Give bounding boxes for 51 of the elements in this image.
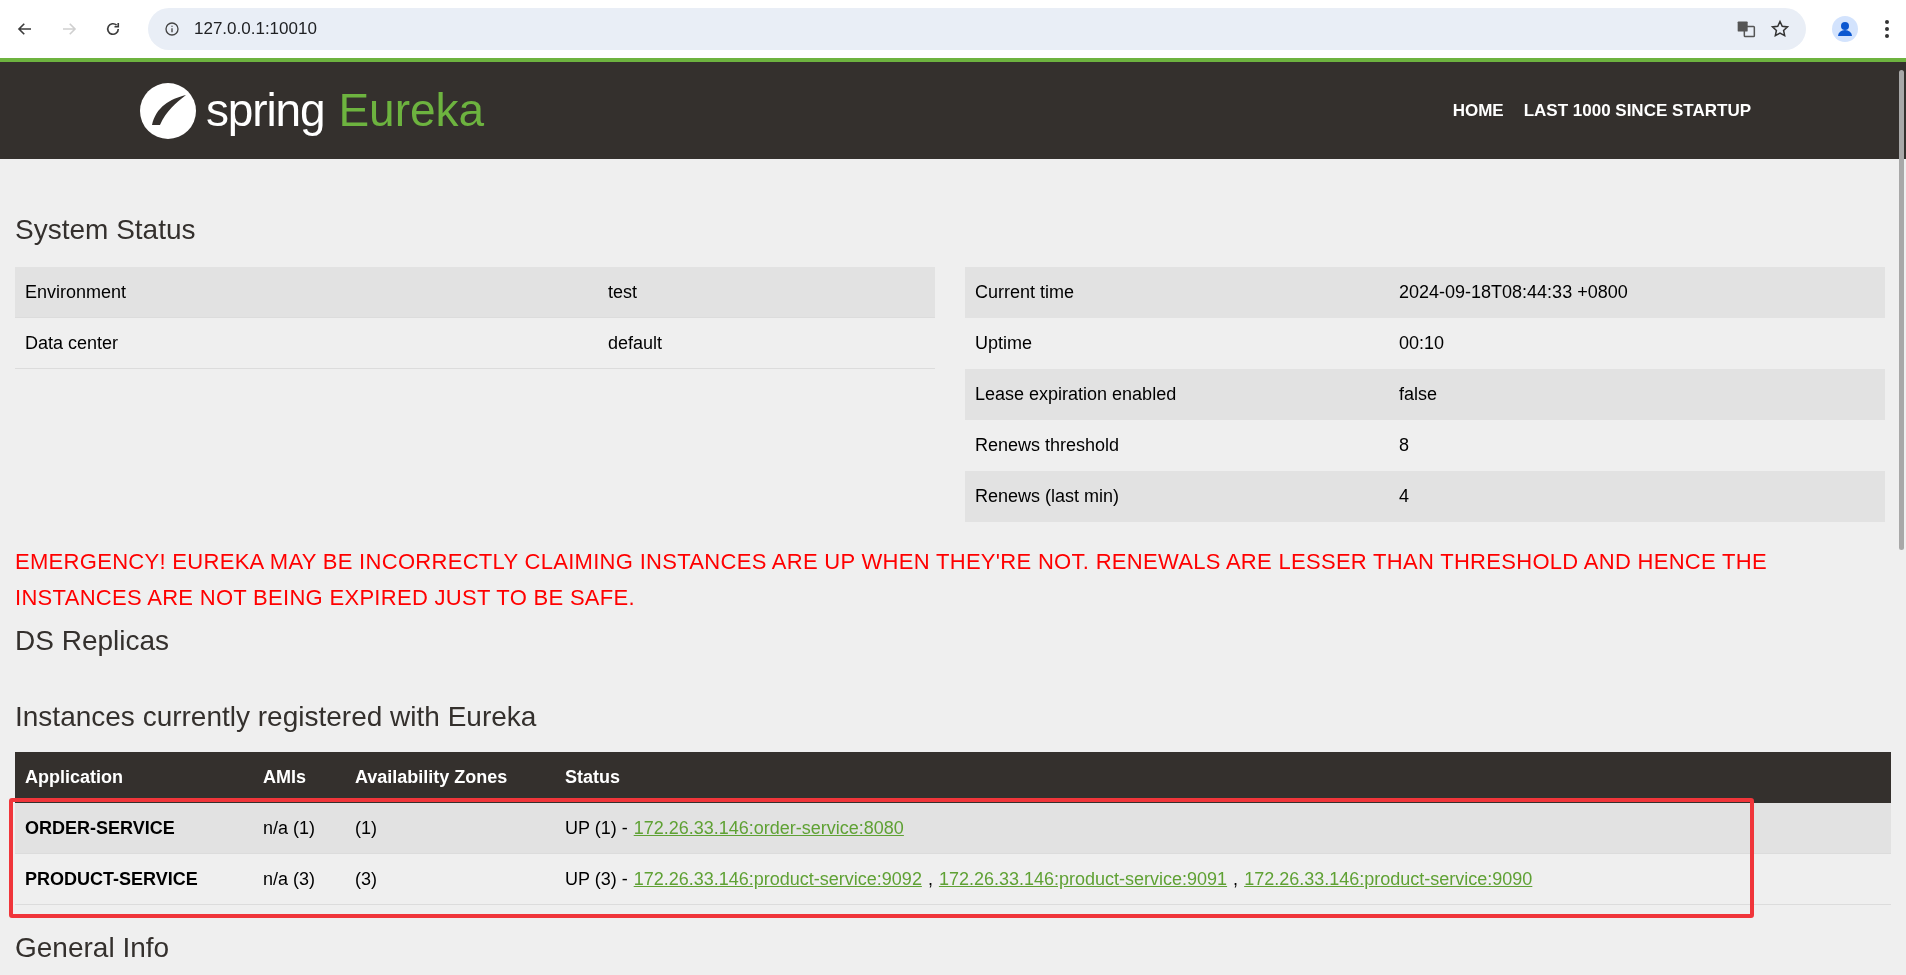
nav-link[interactable]: HOME [1452,97,1504,124]
status-label: Lease expiration enabled [975,383,1178,406]
status-label: Renews (last min) [975,485,1121,508]
profile-avatar-icon[interactable] [1832,16,1858,42]
back-arrow-icon[interactable] [16,20,34,38]
column-header: Availability Zones [355,766,509,789]
amis-cell-text: n/a (1) [263,816,317,840]
zones-cell-text: (3) [355,867,378,891]
spring-leaf-logo-icon [138,80,198,141]
column-header: AMIs [263,766,307,789]
amis-cell-text: n/a (3) [263,867,317,891]
logo-word: spring [206,83,325,138]
status-label: Environment [25,280,128,304]
reload-icon[interactable] [104,20,122,38]
status-value: 2024-09-18T08:44:33 +0800 [1399,281,1628,304]
status-text: , [927,867,933,891]
status-value: 4 [1399,485,1409,508]
section-heading: General Info [15,931,171,965]
star-icon[interactable] [1770,19,1790,39]
status-value: default [608,331,663,355]
section-heading: DS Replicas [15,624,171,658]
status-text: UP (1) - [565,816,628,840]
status-label: Data center [25,331,120,355]
instance-link[interactable]: 172.26.33.146:order-service:8080 [633,814,904,842]
nav-link[interactable]: LAST 1000 SINCE STARTUP [1523,97,1751,124]
instance-link[interactable]: 172.26.33.146:product-service:9092 [633,865,922,893]
url-text: 127.0.0.1:10010 [194,18,317,41]
status-label: Uptime [975,332,1033,355]
zones-cell-text: (1) [355,816,378,840]
column-header: Status [565,766,620,789]
application-cell-text: PRODUCT-SERVICE [25,867,199,891]
status-value: 8 [1399,434,1409,457]
status-value: false [1399,383,1438,406]
status-label: Current time [975,281,1076,304]
column-header: Application [25,766,124,789]
application-cell-text: ORDER-SERVICE [25,816,176,840]
status-value: test [608,280,637,304]
status-value: 00:10 [1399,332,1445,355]
instance-link[interactable]: 172.26.33.146:product-service:9090 [1244,865,1533,893]
instance-link[interactable]: 172.26.33.146:product-service:9091 [938,865,1228,893]
status-label: Renews threshold [975,434,1121,457]
info-icon[interactable] [164,21,180,37]
status-text: UP (3) - [565,867,628,891]
section-heading: Instances currently registered with Eureka [15,700,538,734]
section-heading: System Status [15,213,197,247]
address-bar[interactable]: 127.0.0.1:10010 [148,8,1806,50]
translate-icon[interactable] [1736,19,1756,39]
menu-icon[interactable] [1884,19,1890,39]
status-text: , [1233,867,1239,891]
emergency-warning: EMERGENCY! EUREKA MAY BE INCORRECTLY CLAIMING INSTANCES ARE UP WHEN THEY'RE NOT. RENEWALS ARE LESSER THAN THRESHOLD AND HENCE THE INSTANCES ARE NOT BEING EXPIRED JUST TO BE SAFE. [15,548,1768,612]
logo-product-name: Eureka [338,83,485,138]
